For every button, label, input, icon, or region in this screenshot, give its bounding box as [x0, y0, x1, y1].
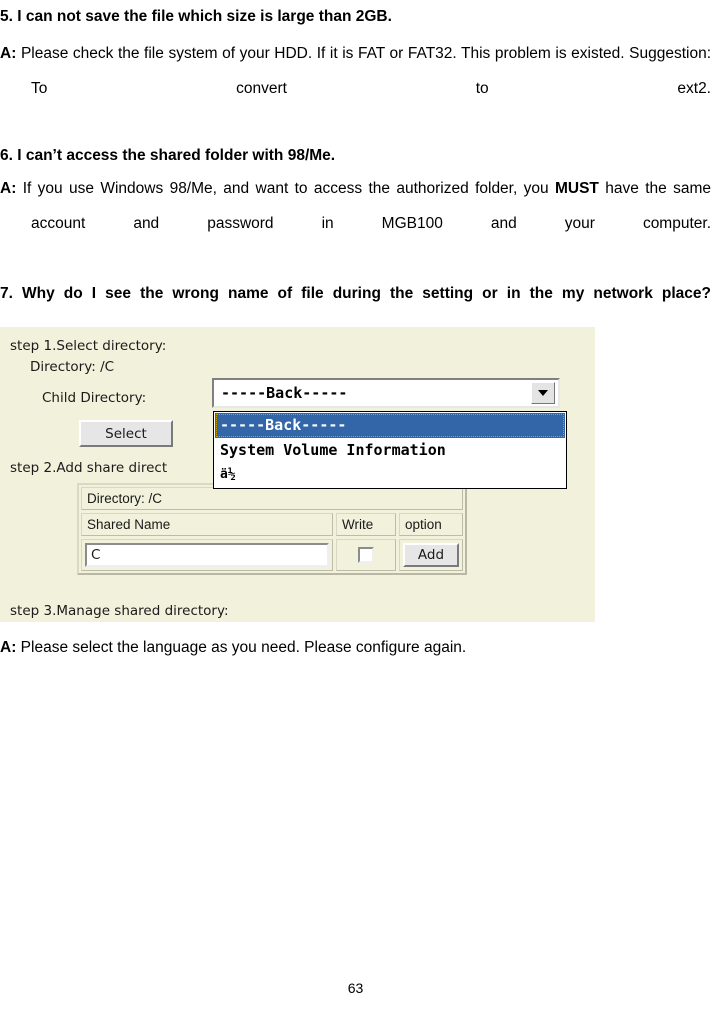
dropdown-option-system-volume-information[interactable]: System Volume Information — [215, 438, 565, 463]
answer-lead-6: A: — [0, 180, 17, 197]
table-row-input: Add — [81, 539, 463, 571]
answer-emphasis-must: MUST — [554, 180, 599, 197]
document-body: 5. I can not save the file which size is… — [0, 0, 711, 346]
faq-answer-7: A: Please select the language as you nee… — [0, 630, 711, 665]
faq-question-7-text: 7. Why do I see the wrong name of file d… — [0, 285, 711, 302]
share-directory-table: Directory: /C Shared Name Write option A… — [77, 483, 467, 575]
shared-name-cell — [81, 539, 333, 571]
faq-question-5: 5. I can not save the file which size is… — [0, 8, 392, 25]
answer-text-6-part1: If you use Windows 98/Me, and want to ac… — [22, 180, 555, 197]
child-directory-label: Child Directory: — [42, 390, 147, 406]
child-directory-combobox[interactable]: -----Back----- — [212, 378, 560, 408]
faq-question-6: 6. I can’t access the shared folder with… — [0, 147, 336, 164]
select-button[interactable]: Select — [79, 420, 173, 447]
answer-text-7: Please select the language as you need. … — [20, 639, 467, 656]
combobox-value: -----Back----- — [221, 384, 348, 402]
header-option: option — [399, 513, 463, 536]
page-number: 63 — [347, 980, 364, 996]
shared-name-input[interactable] — [85, 543, 329, 567]
add-button[interactable]: Add — [403, 543, 459, 567]
table-header-row: Shared Name Write option — [81, 513, 463, 536]
table-row-directory: Directory: /C — [81, 487, 463, 510]
document-page: 5. I can not save the file which size is… — [0, 0, 711, 1027]
dropdown-option-back[interactable]: -----Back----- — [215, 413, 565, 438]
header-shared-name: Shared Name — [81, 513, 333, 536]
step3-label: step 3.Manage shared directory: — [10, 603, 229, 619]
answer-lead-5: A: — [0, 45, 17, 62]
write-cell — [336, 539, 396, 571]
faq-answer-6: A: If you use Windows 98/Me, and want to… — [0, 171, 711, 276]
faq-answer-5: A: Please check the file system of your … — [0, 36, 711, 141]
write-checkbox[interactable] — [358, 547, 374, 563]
option-cell: Add — [399, 539, 463, 571]
answer-lead-7: A: — [0, 639, 17, 656]
step1-directory-label: Directory: /C — [30, 359, 115, 375]
directory-cell: Directory: /C — [81, 487, 463, 510]
child-directory-dropdown-list[interactable]: -----Back----- System Volume Information… — [213, 411, 567, 489]
chevron-down-icon[interactable] — [531, 382, 555, 404]
step2-label: step 2.Add share direct — [10, 460, 168, 476]
header-write: Write — [336, 513, 396, 536]
step1-label: step 1.Select directory: — [10, 338, 167, 354]
dropdown-option-garbled[interactable]: ä½ — [215, 463, 565, 487]
answer-text-5: Please check the file system of your HDD… — [20, 45, 711, 97]
